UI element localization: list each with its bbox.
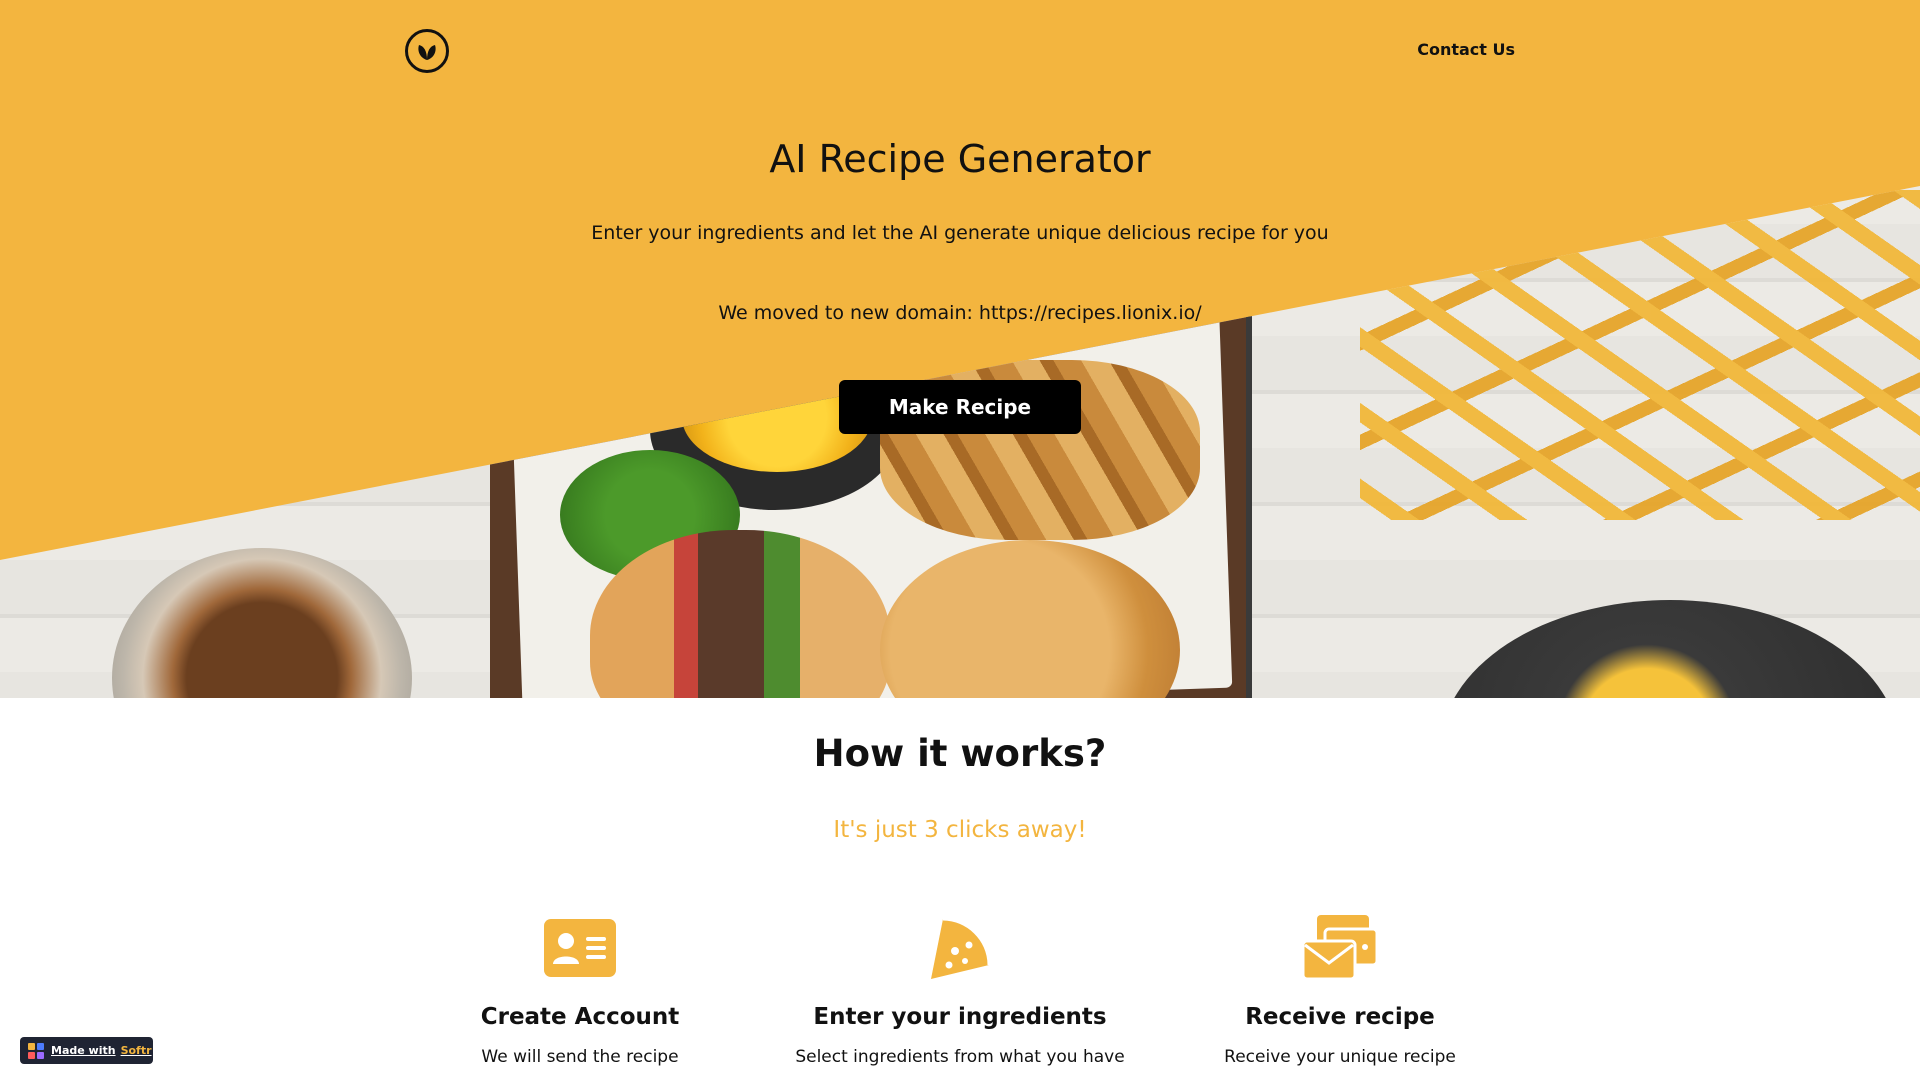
how-it-works-heading: How it works?: [813, 732, 1107, 775]
step-title: Create Account: [480, 1004, 680, 1030]
contact-us-link[interactable]: Contact Us: [1400, 40, 1515, 59]
hero-food-photo: [0, 186, 1920, 698]
table-divider: [1246, 186, 1252, 698]
made-with-softr-badge[interactable]: Made with Softr: [20, 1037, 153, 1064]
id-card-icon: [544, 919, 616, 977]
step-title: Enter your ingredients: [813, 1004, 1107, 1030]
site-logo[interactable]: [405, 29, 449, 73]
hero-section: Contact Us AI Recipe Generator Enter you…: [0, 0, 1920, 698]
how-it-works-subtitle: It's just 3 clicks away!: [833, 817, 1087, 843]
pizza-slice-icon: [931, 917, 991, 979]
hero-subtitle: Enter your ingredients and let the AI ge…: [591, 222, 1329, 244]
step-create-account: Create Account We will send the recipe: [390, 912, 770, 1067]
step-title: Receive recipe: [1245, 1004, 1435, 1030]
step-text: Select ingredients from what you have: [795, 1047, 1125, 1067]
step-text: We will send the recipe: [481, 1047, 679, 1067]
step-receive-recipe: Receive recipe Receive your unique recip…: [1150, 912, 1530, 1067]
softr-logo-icon: [28, 1042, 44, 1059]
badge-prefix: Made with: [51, 1044, 116, 1057]
badge-brand: Softr: [120, 1044, 152, 1057]
step-enter-ingredients: Enter your ingredients Select ingredient…: [770, 912, 1150, 1067]
step-text: Receive your unique recipe: [1224, 1047, 1456, 1067]
leaf-icon: [418, 45, 436, 60]
pepper-bowl: [1440, 600, 1900, 698]
make-recipe-button[interactable]: Make Recipe: [839, 380, 1081, 434]
drink-cup: [112, 548, 412, 698]
envelopes-icon: [1303, 915, 1377, 981]
page-title: AI Recipe Generator: [769, 137, 1151, 181]
domain-notice: We moved to new domain: https://recipes.…: [718, 302, 1202, 324]
